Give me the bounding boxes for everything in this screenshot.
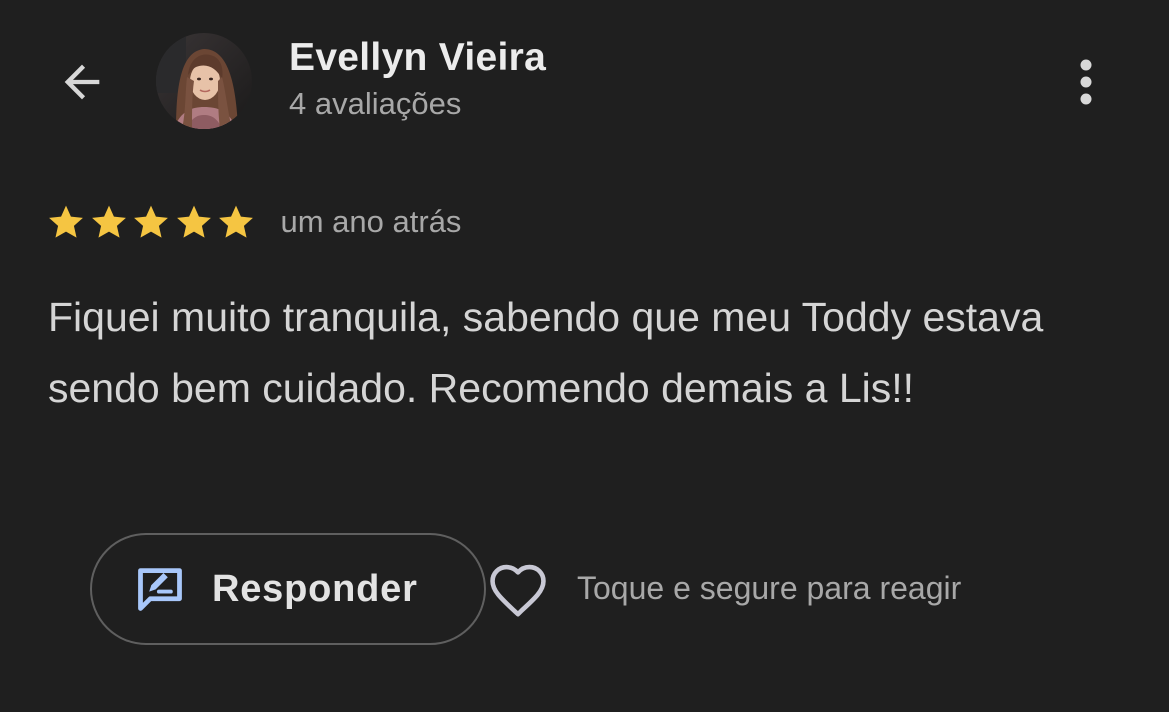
heart-outline-icon	[490, 564, 546, 617]
reply-edit-icon	[132, 561, 188, 617]
more-options-button[interactable]	[1060, 50, 1112, 114]
star-icon	[219, 205, 253, 238]
star-icon	[176, 205, 211, 238]
star-icon	[134, 205, 168, 238]
star-icon	[91, 205, 126, 238]
review-text: Fiquei muito tranquila, sabendo que meu …	[48, 294, 1044, 411]
author-review-count: 4 avaliações	[289, 86, 462, 121]
more-vert-icon	[1080, 59, 1092, 105]
review-detail-screen: Evellyn Vieira 4 avaliações um ano atrás…	[0, 0, 1169, 712]
star-icon	[49, 205, 83, 238]
arrow-back-icon	[64, 64, 100, 100]
react-button[interactable]	[484, 558, 552, 622]
rating-row: um ano atrás	[46, 198, 461, 246]
author-name[interactable]: Evellyn Vieira	[289, 36, 546, 80]
back-button[interactable]	[52, 52, 112, 112]
avatar[interactable]	[156, 33, 252, 129]
star-rating	[46, 202, 259, 242]
reply-button[interactable]: Responder	[90, 533, 486, 645]
react-hint-text: Toque e segure para reagir	[577, 570, 962, 606]
reply-button-label: Responder	[212, 567, 418, 610]
review-timestamp: um ano atrás	[280, 204, 462, 239]
